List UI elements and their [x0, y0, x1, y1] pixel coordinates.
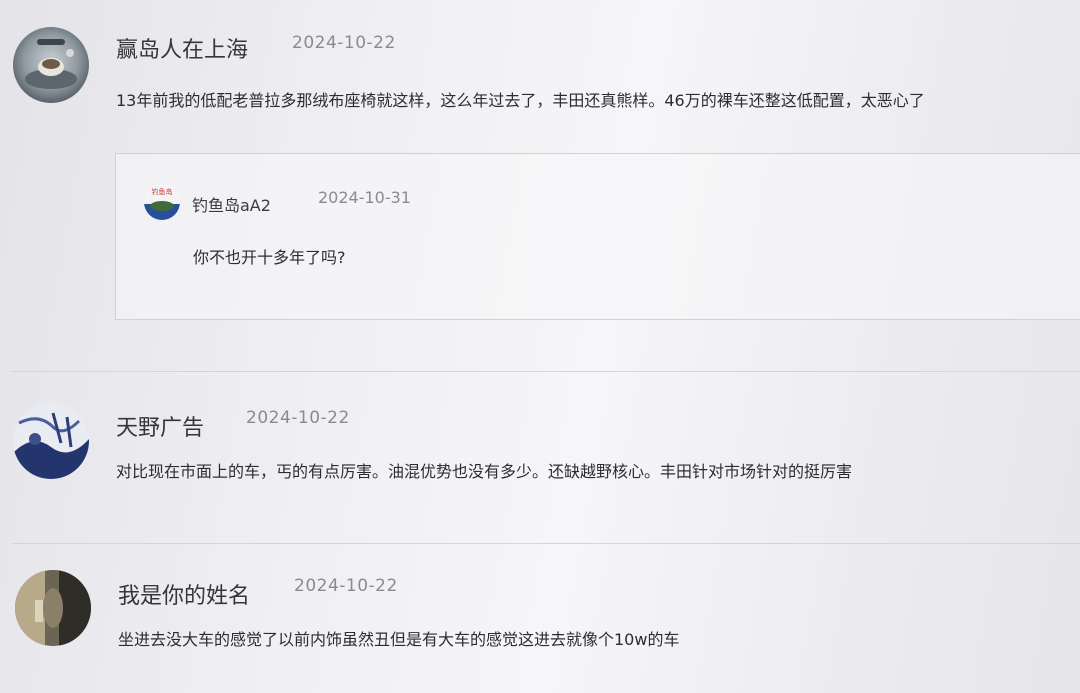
comment-item: 天野广告 2024-10-22 对比现在市面上的车，丐的有点厉害。油混优势也没有…: [0, 372, 1080, 542]
comment-date: 2024-10-22: [246, 408, 350, 428]
reply-avatar[interactable]: 钓鱼岛: [144, 184, 180, 220]
comment-text: 13年前我的低配老普拉多那绒布座椅就这样，这么年过去了，丰田还真熊样。46万的裸…: [116, 91, 925, 110]
reply-avatar-text: 钓鱼岛: [152, 187, 173, 196]
comment-text: 坐进去没大车的感觉了以前内饰虽然丑但是有大车的感觉这进去就像个10w的车: [118, 630, 680, 649]
reply-author-name[interactable]: 钓鱼岛aA2: [192, 192, 271, 216]
comment-date: 2024-10-22: [294, 576, 398, 596]
user-avatar-image: [15, 570, 91, 646]
comment-item: 我是你的姓名 2024-10-22 坐进去没大车的感觉了以前内饰虽然丑但是有大车…: [0, 544, 1080, 693]
author-name[interactable]: 赢岛人在上海: [116, 32, 248, 64]
comment-text: 对比现在市面上的车，丐的有点厉害。油混优势也没有多少。还缺越野核心。丰田针对市场…: [116, 462, 853, 481]
comment-item: 赢岛人在上海 2024-10-22 13年前我的低配老普拉多那绒布座椅就这样，这…: [0, 0, 1080, 370]
comment-page: 赢岛人在上海 2024-10-22 13年前我的低配老普拉多那绒布座椅就这样，这…: [0, 0, 1080, 693]
reply-container: 钓鱼岛 钓鱼岛aA2 2024-10-31 你不也开十多年了吗?: [115, 153, 1080, 320]
comment-date: 2024-10-22: [292, 33, 396, 53]
reply-text: 你不也开十多年了吗?: [193, 248, 346, 267]
avatar[interactable]: [15, 570, 91, 646]
avatar[interactable]: [13, 403, 89, 479]
user-avatar-image: [13, 403, 89, 479]
reply-date: 2024-10-31: [318, 188, 411, 207]
author-name[interactable]: 天野广告: [116, 410, 204, 442]
avatar[interactable]: [13, 27, 89, 103]
user-avatar-image: [13, 27, 89, 103]
author-name[interactable]: 我是你的姓名: [118, 578, 250, 610]
reply-avatar-image: 钓鱼岛: [144, 184, 180, 220]
